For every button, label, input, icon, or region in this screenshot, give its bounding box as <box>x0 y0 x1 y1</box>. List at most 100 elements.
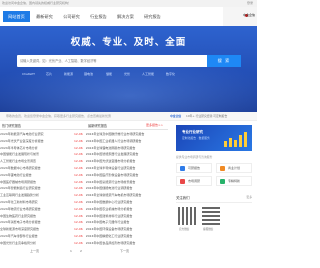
hot-keyword[interactable]: 芯片 <box>46 72 52 77</box>
report-date: 12-06 <box>74 132 83 136</box>
report-title: 2024年全球半导体设备行业研究报告 <box>85 166 136 170</box>
search-button[interactable]: 搜 索 <box>207 55 241 67</box>
service-specialized[interactable]: 专精特新 <box>216 176 252 186</box>
list-item[interactable]: 2024年数据中心市场研究报告 <box>0 165 70 171</box>
hot-keyword[interactable]: 数字化 <box>166 72 175 77</box>
list-item[interactable]: 12-06 2024年中国食品添加剂市场研究报告 <box>74 240 168 246</box>
list-item[interactable]: 中国储能行业发展现状与前景 <box>0 151 70 157</box>
nav-item-latest[interactable]: 最新研究 <box>32 11 57 22</box>
hot-keyword[interactable]: 新能源 <box>64 72 73 77</box>
service-business-plan[interactable]: 商业计划 <box>216 163 252 173</box>
member-tip[interactable]: 尊敬的会员，欢迎您登录中金企信，获取更多行业研究报告，点击查看最新优惠 <box>6 114 111 118</box>
banner-bar <box>224 141 227 147</box>
more-reports-link[interactable]: 更多报告>> <box>146 123 163 127</box>
report-date: 12-06 <box>74 152 83 157</box>
list-item[interactable]: 12-06 2024年中国储能电池行业调研报告 <box>74 185 168 191</box>
list-item[interactable]: 12-06 2024年中国医疗影像设备市场研究报告 <box>74 172 168 178</box>
service-feasibility[interactable]: 可研报告 <box>176 163 212 173</box>
list-item[interactable]: 人工智能行业市场全景调查 <box>0 158 70 164</box>
hot-keyword[interactable]: 光伏 <box>124 72 130 77</box>
page-number[interactable]: 1 <box>70 249 72 253</box>
report-title: 2024年中国智能家居行业发展研究报告 <box>85 152 139 157</box>
qr-code-icon <box>178 207 196 225</box>
list-item[interactable]: 12-06 2024年中国智能家居行业发展研究报告 <box>74 151 168 157</box>
list-item[interactable]: 12-06 2024年全球及中国碳纤维行业市场研究报告 <box>74 131 168 137</box>
list-item[interactable]: 2024年汽车零部件行业报告 <box>0 233 70 239</box>
prev-page-button[interactable]: 上一页 <box>30 249 39 253</box>
hot-keywords: ChatGPT 芯片 新能源 锂电池 储能 光伏 人工智能 数字化 <box>22 72 242 77</box>
list-item[interactable]: 12-06 2024年中国环保设备市场研究报告 <box>74 226 168 232</box>
list-item[interactable]: 2024年锂电池行业报告 <box>0 172 70 178</box>
hero-slogan: 权威、专业、及时、全面 <box>70 37 187 48</box>
promo-brand: 中金企信 <box>170 114 182 118</box>
tip-bar: 尊敬的会员，欢迎您登录中金企信，获取更多行业研究报告，点击查看最新优惠 中金企信… <box>0 112 257 121</box>
service-market-research[interactable]: 市场调研 <box>176 176 212 186</box>
service-grid: 可研报告 商业计划 市场调研 专精特新 <box>176 163 252 189</box>
list-item[interactable]: 全球新能源市场深度研究报告 <box>0 226 70 232</box>
follow-us-title: 关注我们 <box>176 196 190 200</box>
nav-item-home[interactable]: 网站首页 <box>3 11 30 22</box>
page-number[interactable]: 2 <box>80 249 82 253</box>
nav-item-industry[interactable]: 行业报告 <box>86 11 111 22</box>
report-title: 2024年中国氢能源行业市场前景报告 <box>85 179 136 184</box>
list-item[interactable]: 12-06 2024年中国数据中心行业研究报告 <box>74 199 168 205</box>
list-item[interactable]: 2024年光伏产业链深度分析报告 <box>0 138 70 144</box>
list-item[interactable]: 工业互联网行业发展趋势分析 <box>0 192 70 198</box>
list-item[interactable]: 2024年化工新材料市场研究 <box>0 199 70 205</box>
promo-banner[interactable]: 专业行业研究 定制化报告 · 数据服务 <box>176 125 252 151</box>
search-input[interactable] <box>17 55 201 67</box>
hot-keyword[interactable]: 人工智能 <box>142 72 154 77</box>
list-item[interactable]: 中国生物医药行业研究报告 <box>0 213 70 219</box>
report-date: 12-06 <box>74 186 83 191</box>
report-title: 2024年中国建筑材料行业研究报告 <box>85 213 133 218</box>
banner-subtitle: 定制化报告 · 数据服务 <box>182 136 210 140</box>
service-label: 专精特新 <box>228 179 241 183</box>
report-title: 2024年全球锂电池隔膜市场研究报告 <box>85 145 136 150</box>
list-item[interactable]: 12-06 2024年中国农业机械市场分析报告 <box>74 206 168 212</box>
pagination: 上一页 1 2 下一页 <box>0 249 168 257</box>
list-item[interactable]: 12-06 2024年全球锂电池隔膜市场研究报告 <box>74 145 168 151</box>
logo[interactable]: 中金企信 <box>223 7 257 26</box>
report-title: 2024年全球及中国碳纤维行业市场研究报告 <box>85 132 145 136</box>
list-item[interactable]: 中国医疗器械市场调研报告 <box>0 179 70 185</box>
badge-icon <box>220 179 225 184</box>
report-title: 2024年中国数据中心行业研究报告 <box>85 200 133 204</box>
list-item[interactable]: 12-06 2024年全球新能源汽车电机市场研究报告 <box>74 192 168 198</box>
service-label: 市场调研 <box>188 179 201 183</box>
login-link[interactable]: 登录 <box>247 0 253 7</box>
list-item[interactable]: 12-06 2024年中国电子元器件行业报告 <box>74 219 168 225</box>
list-item[interactable]: 2024年半导体芯片市场分析 <box>0 145 70 151</box>
nav-item-reports[interactable]: 研究报告 <box>140 11 165 22</box>
promo-text: 10年+ 行业研究经验 可定制报告 <box>186 114 228 118</box>
list-item[interactable]: 12-06 2024年中国光伏逆变器市场分析报告 <box>74 158 168 164</box>
promo-strip[interactable]: 中金企信 10年+ 行业研究经验 可定制报告 <box>170 113 250 119</box>
next-page-button[interactable]: 下一页 <box>120 249 129 253</box>
report-date: 12-06 <box>74 166 83 170</box>
list-item[interactable]: 12-06 2024年中国建筑材料行业研究报告 <box>74 213 168 219</box>
hot-keyword[interactable]: 储能 <box>106 72 112 77</box>
report-date: 12-06 <box>74 138 83 143</box>
qr-code-icon <box>202 207 220 225</box>
hot-keyword[interactable]: 锂电池 <box>84 72 93 77</box>
report-title: 2024年中国食品添加剂市场研究报告 <box>85 240 136 245</box>
list-item[interactable]: 12-06 2024年中国工业机器人行业市场调研报告 <box>74 138 168 144</box>
logo-text: 中金企信 <box>242 13 255 17</box>
list-item[interactable]: 2024年消费电子市场分析报告 <box>0 219 70 225</box>
report-date: 12-06 <box>74 213 83 218</box>
main-nav: 网站首页 最新研究 公司研究 行业报告 解决方案 研究报告 中金企信 <box>0 7 257 26</box>
list-item[interactable]: 中国光伏行业竞争格局分析 <box>0 240 70 246</box>
list-item[interactable]: 2024年新能源汽车电池行业研究 <box>0 131 70 137</box>
list-item[interactable]: 2024年智能制造行业研究报告 <box>0 185 70 191</box>
report-date: 12-06 <box>74 240 83 245</box>
follow-more-link[interactable]: 更多 <box>246 195 252 199</box>
list-item[interactable]: 12-06 2024年中国氢能源行业市场前景报告 <box>74 179 168 185</box>
nav-item-company[interactable]: 公司研究 <box>59 11 84 22</box>
list-item[interactable]: 12-06 2024年中国精细化工行业研究报告 <box>74 233 168 239</box>
hot-keyword[interactable]: ChatGPT <box>22 72 35 77</box>
list-item[interactable]: 2024年物流行业市场研究报告 <box>0 206 70 212</box>
nav-item-solutions[interactable]: 解决方案 <box>113 11 138 22</box>
top-notice-bar: 欢迎访问中金企信，国内领先的权威行业研究机构！ 登录 <box>0 0 257 7</box>
service-label: 商业计划 <box>228 166 241 170</box>
list-header: 热门研究报告 最新研究报告 更多报告>> <box>0 121 168 130</box>
list-item[interactable]: 12-06 2024年全球半导体设备行业研究报告 <box>74 165 168 171</box>
